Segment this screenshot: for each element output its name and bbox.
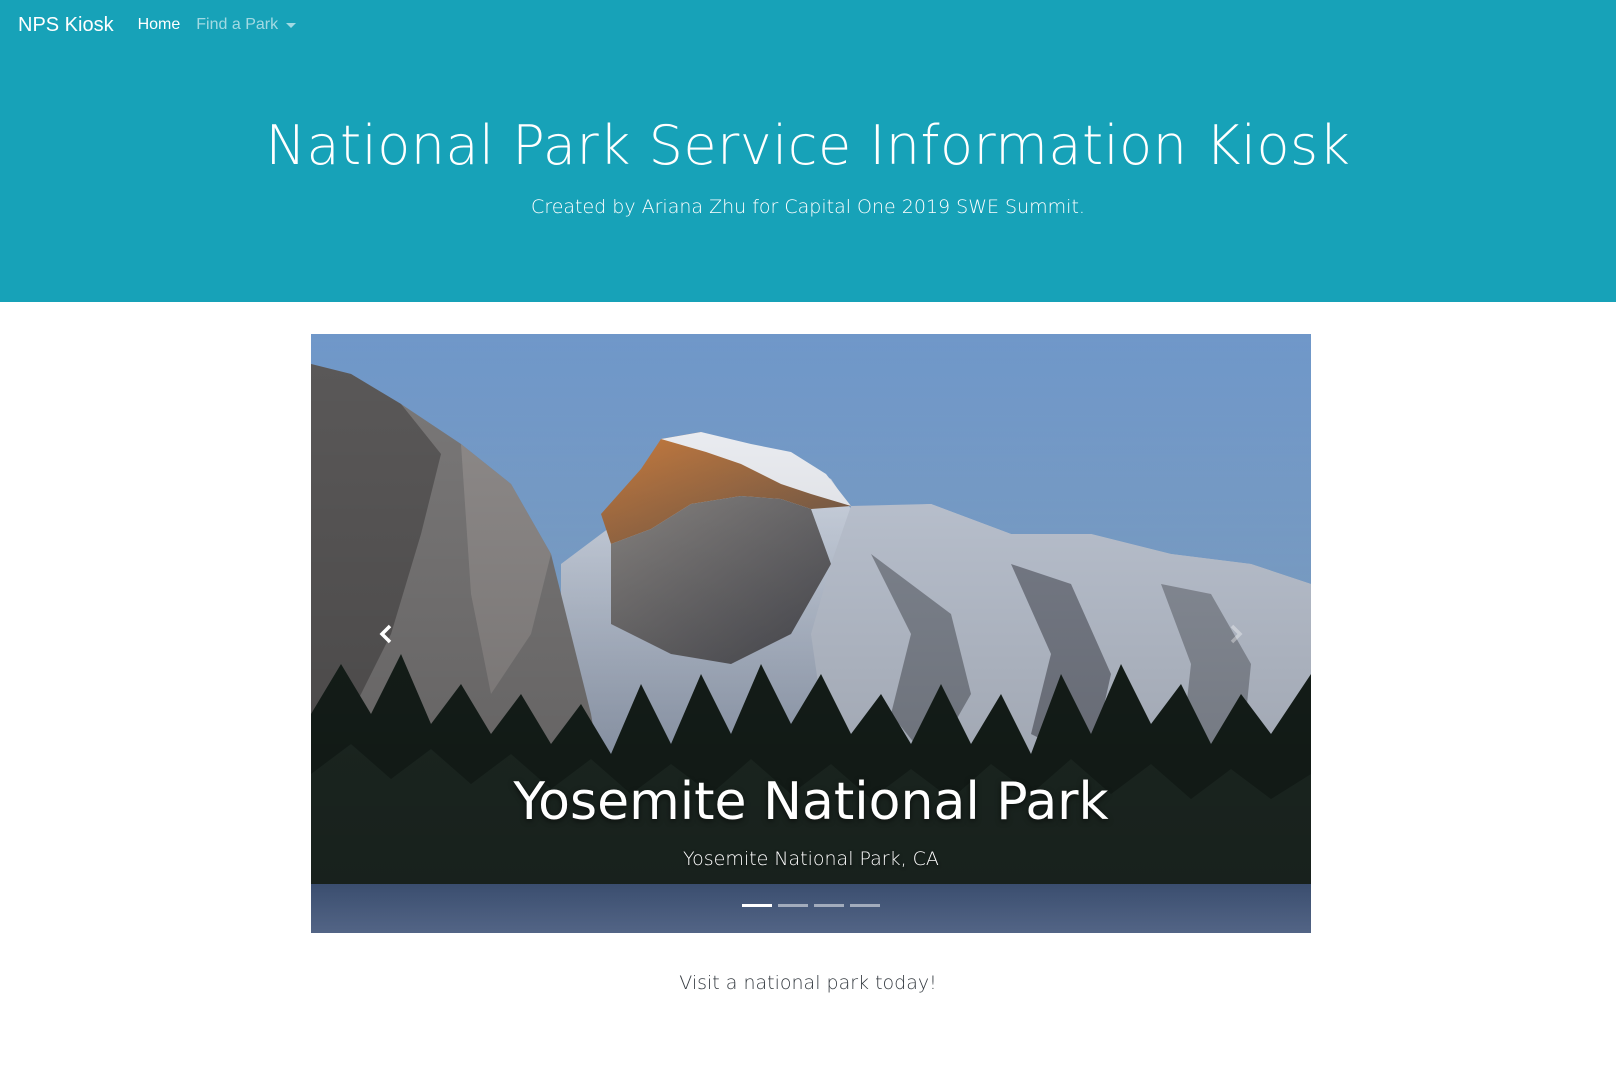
brand-link[interactable]: NPS Kiosk xyxy=(18,14,114,37)
chevron-right-icon xyxy=(1230,624,1243,643)
carousel-indicator-2[interactable] xyxy=(778,904,808,907)
carousel-slide-subtitle: Yosemite National Park, CA xyxy=(683,848,939,870)
carousel-indicator-1[interactable] xyxy=(742,904,772,907)
nav-find-park-label: Find a Park xyxy=(196,16,279,33)
carousel-caption: Yosemite National Park Yosemite National… xyxy=(311,772,1311,870)
nav-find-park-dropdown[interactable]: Find a Park xyxy=(196,16,297,34)
navbar: NPS Kiosk Home Find a Park xyxy=(0,0,1616,50)
carousel-indicator-3[interactable] xyxy=(814,904,844,907)
park-carousel: Yosemite National Park Yosemite National… xyxy=(311,334,1311,933)
nav-home-link[interactable]: Home xyxy=(138,16,181,34)
page-title: National Park Service Information Kiosk xyxy=(265,114,1351,177)
chevron-left-icon xyxy=(379,624,392,643)
carousel-indicator-4[interactable] xyxy=(850,904,880,907)
tagline: Visit a national park today! xyxy=(679,972,937,994)
caret-down-icon xyxy=(286,22,297,28)
page-subtitle: Created by Ariana Zhu for Capital One 20… xyxy=(531,196,1085,218)
carousel-indicators xyxy=(311,904,1311,907)
jumbotron: National Park Service Information Kiosk … xyxy=(0,50,1616,302)
carousel-slide-title: Yosemite National Park xyxy=(513,772,1109,832)
